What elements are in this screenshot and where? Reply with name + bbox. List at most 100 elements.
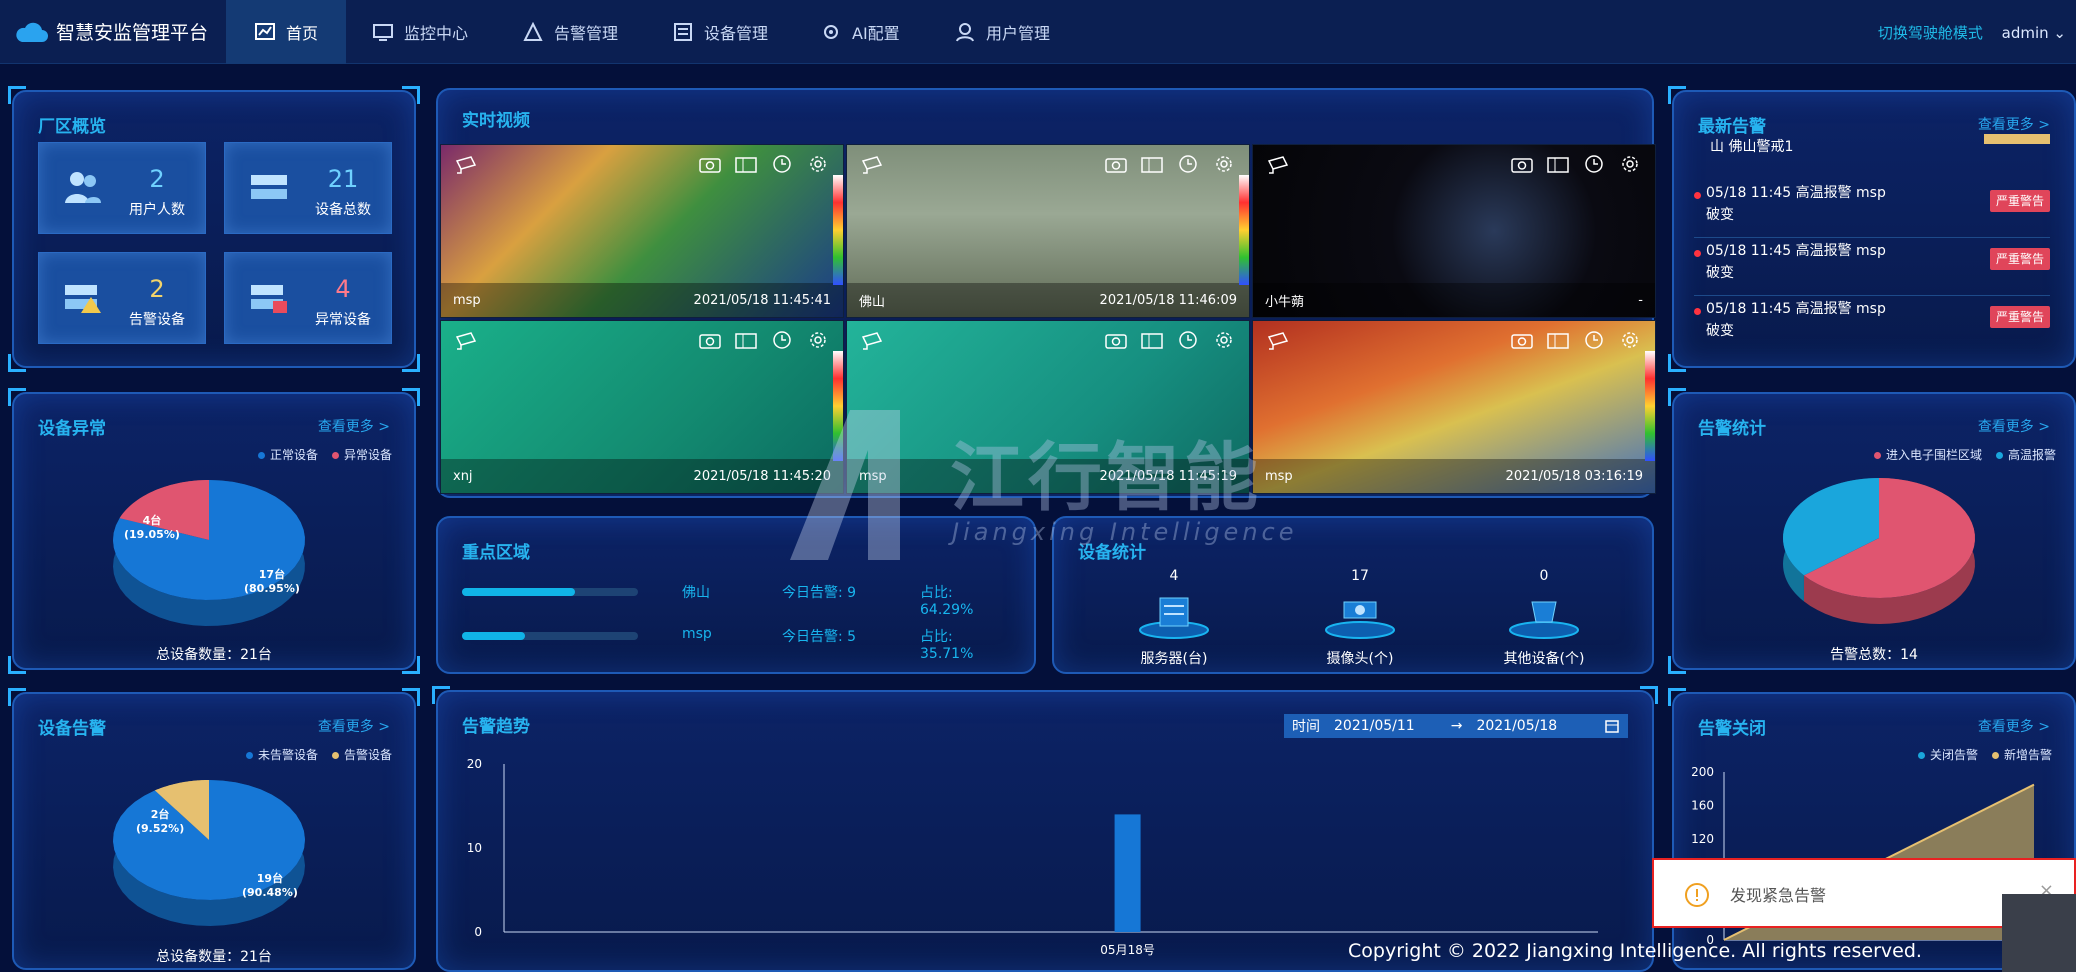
stat-label: 用户人数 [129, 202, 185, 218]
clock-icon[interactable] [1177, 155, 1199, 173]
snapshot-icon[interactable] [1105, 155, 1127, 173]
camera-icon[interactable] [1267, 155, 1291, 175]
camera-icon[interactable] [455, 155, 479, 175]
alarm-item[interactable]: 05/18 11:45 高温报警 msp 破变 严重警告 [1694, 240, 2050, 296]
video-tile[interactable]: msp 2021/05/18 11:45:19 [846, 320, 1250, 494]
device-stat-label: 服务器(台) [1140, 651, 1208, 667]
settings-icon[interactable] [1213, 331, 1235, 349]
snapshot-icon[interactable] [699, 331, 721, 349]
video-name: xnj [453, 468, 473, 484]
stat-alarm-device[interactable]: 2 告警设备 [38, 252, 206, 344]
other-device-pedestal-icon [1509, 601, 1579, 639]
region-today: 今日告警: 9 [782, 585, 857, 601]
y-tick-label: 160 [1691, 799, 1714, 813]
top-nav: 智慧安监管理平台 首页 监控中心 告警管理 设备管理 AI配置 用户管理 切换驾… [0, 0, 2076, 64]
legend-item: 正常设备 [257, 446, 318, 463]
nav-monitor[interactable]: 监控中心 [372, 0, 468, 64]
panel-device-alarm: 设备告警 查看更多 > 未告警设备 告警设备 2台 (9.52%) 19台 (90.… [8, 688, 420, 970]
panel-latest-alarm: 最新告警 查看更多 > 山 佛山警戒1 05/18 11:45 高温报警 msp… [1668, 86, 2076, 372]
view-more-link[interactable]: 查看更多 > [318, 716, 390, 736]
snapshot-icon[interactable] [1511, 331, 1533, 349]
nav-monitor-label: 监控中心 [404, 24, 469, 43]
clock-icon[interactable] [771, 331, 793, 349]
stat-user-count[interactable]: 2 用户人数 [38, 142, 206, 234]
brand-title: 智慧安监管理平台 [56, 22, 209, 44]
settings-icon[interactable] [807, 155, 829, 173]
video-toolbar [699, 331, 829, 349]
server-pedestal-icon [1139, 597, 1209, 639]
clock-icon[interactable] [1177, 331, 1199, 349]
panel-title: 设备异常 [38, 419, 106, 439]
stat-num: 2 [149, 165, 165, 193]
panel-title: 厂区概览 [38, 117, 106, 137]
video-time: 2021/05/18 03:16:19 [1505, 468, 1643, 484]
device-stat-camera[interactable]: 17 摄像头(个) [1290, 568, 1430, 668]
video-tile[interactable]: msp 2021/05/18 11:45:41 [440, 144, 844, 318]
video-tile[interactable]: xnj 2021/05/18 11:45:20 [440, 320, 844, 494]
pie-chart [113, 780, 305, 926]
bar-chart: 20 10 0 05月18号 [467, 757, 1598, 957]
region-row[interactable]: 佛山 今日告警: 9 占比: 64.29% [462, 582, 1002, 618]
user-menu[interactable]: admin [2002, 24, 2049, 42]
video-tile[interactable]: msp 2021/05/18 03:16:19 [1252, 320, 1656, 494]
nav-ai[interactable]: AI配置 [820, 0, 900, 64]
settings-icon[interactable] [1619, 155, 1641, 173]
nav-device[interactable]: 设备管理 [672, 0, 768, 64]
panel-realtime-video: 实时视频 msp 2021/05/18 11:45:41 佛山 2021/05/18 … [436, 88, 1656, 498]
record-icon[interactable] [1547, 155, 1569, 173]
legend-label: 告警设备 [343, 748, 392, 762]
video-toolbar [1105, 331, 1235, 349]
legend-item: 进入电子围栏区域 [1873, 446, 1982, 463]
view-more-link[interactable]: 查看更多 > [318, 416, 390, 436]
nav-user[interactable]: 用户管理 [954, 0, 1050, 64]
video-tile[interactable]: 佛山 2021/05/18 11:46:09 [846, 144, 1250, 318]
video-tile[interactable]: 小牛蒴 - [1252, 144, 1656, 318]
clock-icon[interactable] [1583, 331, 1605, 349]
monitor-icon [373, 24, 393, 41]
stat-abnormal-device[interactable]: 4 异常设备 [224, 252, 392, 344]
snapshot-icon[interactable] [1105, 331, 1127, 349]
clock-icon[interactable] [771, 155, 793, 173]
device-stat-other[interactable]: 0 其他设备(个) [1474, 568, 1614, 668]
record-icon[interactable] [735, 155, 757, 173]
view-more-link[interactable]: 查看更多 > [1978, 114, 2050, 134]
settings-icon[interactable] [1213, 155, 1235, 173]
record-icon[interactable] [735, 331, 757, 349]
snapshot-icon[interactable] [699, 155, 721, 173]
settings-icon[interactable] [807, 331, 829, 349]
region-pct: 占比: 64.29% [920, 585, 974, 618]
y-tick-label: 200 [1691, 765, 1714, 779]
device-stat-server[interactable]: 4 服务器(台) [1104, 568, 1244, 668]
stat-device-total[interactable]: 21 设备总数 [224, 142, 392, 234]
panel-factory-overview: 厂区概览 2 用户人数 21 设备总数 2 告警设备 4 异常设备 [8, 86, 420, 372]
record-icon[interactable] [1141, 155, 1163, 173]
stat-label: 设备总数 [315, 202, 371, 218]
brand[interactable]: 智慧安监管理平台 [14, 18, 208, 45]
y-tick-label: 20 [467, 757, 482, 771]
nav-device-label: 设备管理 [704, 24, 769, 43]
record-icon[interactable] [1547, 331, 1569, 349]
camera-icon[interactable] [1267, 331, 1291, 351]
clock-icon[interactable] [1583, 155, 1605, 173]
settings-icon[interactable] [1619, 331, 1641, 349]
nav-alarm[interactable]: 告警管理 [522, 0, 618, 64]
view-more-link[interactable]: 查看更多 > [1978, 416, 2050, 436]
panel-title: 实时视频 [462, 111, 530, 131]
camera-icon[interactable] [861, 331, 885, 351]
nav-home[interactable]: 首页 [226, 0, 346, 64]
record-icon[interactable] [1141, 331, 1163, 349]
video-name: msp [1265, 468, 1293, 484]
legend-item: 高温报警 [1995, 446, 2056, 463]
alarm-total: 告警总数：14 [1830, 647, 1918, 663]
chevron-down-icon[interactable]: ⌄ [2053, 24, 2066, 42]
bar[interactable] [1114, 814, 1141, 932]
severity-tag: 严重警告 [1990, 248, 2050, 270]
mode-switch-link[interactable]: 切换驾驶舱模式 [1878, 24, 1983, 42]
video-time: 2021/05/18 11:45:41 [693, 292, 831, 308]
region-row[interactable]: msp 今日告警: 5 占比: 35.71% [462, 626, 1002, 662]
camera-icon[interactable] [861, 155, 885, 175]
alarm-item[interactable]: 05/18 11:45 高温报警 msp 破变 严重警告 [1694, 182, 2050, 238]
alarm-item[interactable]: 05/18 11:45 高温报警 msp 破变 严重警告 [1694, 298, 2050, 354]
camera-icon[interactable] [455, 331, 479, 351]
snapshot-icon[interactable] [1511, 155, 1533, 173]
